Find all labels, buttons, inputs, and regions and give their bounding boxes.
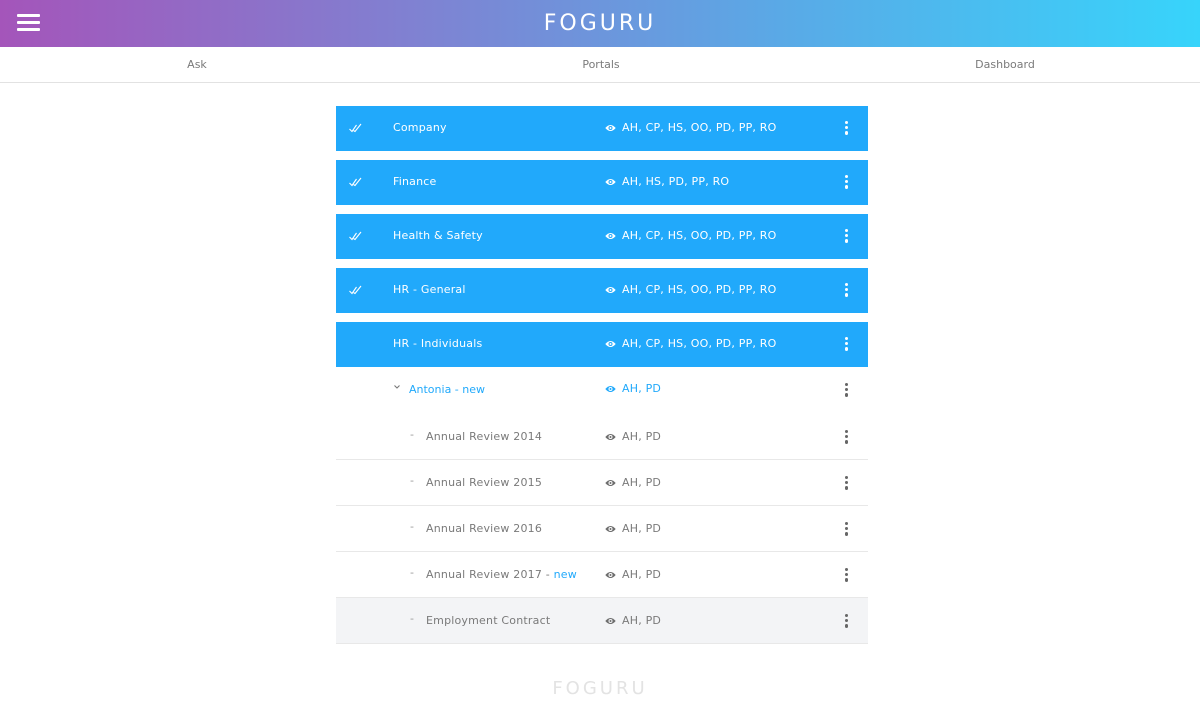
document-label: Annual Review 2014 [426, 430, 543, 443]
more-options-icon[interactable] [844, 175, 849, 189]
more-options-icon[interactable] [844, 614, 849, 628]
document-row[interactable]: - Annual Review 2017 - new AH, PD [336, 552, 868, 598]
portal-label: Company [393, 121, 447, 134]
eye-icon [605, 618, 616, 624]
more-options-icon[interactable] [844, 229, 849, 243]
tree-dash: - [410, 612, 414, 625]
tab-portals[interactable]: Portals [582, 58, 619, 71]
folder-access: AH, PD [622, 382, 662, 395]
document-label: Annual Review 2015 [426, 476, 543, 489]
portal-label: Finance [393, 175, 437, 188]
more-options-icon[interactable] [844, 430, 849, 444]
double-check-icon [349, 285, 362, 295]
eye-icon [605, 233, 616, 239]
document-label: Annual Review 2016 [426, 522, 543, 535]
eye-icon [605, 341, 616, 347]
document-access: AH, PD [622, 614, 662, 627]
document-row[interactable]: - Annual Review 2014 AH, PD [336, 414, 868, 460]
document-access: AH, PD [622, 568, 662, 581]
portal-row-health-safety[interactable]: Health & Safety AH, CP, HS, OO, PD, PP, … [336, 214, 868, 259]
portal-label: HR - Individuals [393, 337, 483, 350]
tree-dash: - [410, 566, 414, 579]
eye-icon [605, 526, 616, 532]
more-options-icon[interactable] [844, 121, 849, 135]
more-options-icon[interactable] [844, 383, 849, 397]
app-header: FOGURU [0, 0, 1200, 47]
portal-label: HR - General [393, 283, 466, 296]
portal-access: AH, CP, HS, OO, PD, PP, RO [622, 283, 777, 296]
document-row-selected[interactable]: - Employment Contract AH, PD [336, 598, 868, 644]
tree-dash: - [410, 474, 414, 487]
hamburger-menu-icon[interactable] [17, 14, 40, 32]
eye-icon [605, 386, 616, 392]
new-tag: new [553, 568, 577, 581]
document-label: Employment Contract [426, 614, 551, 627]
portal-access: AH, HS, PD, PP, RO [622, 175, 730, 188]
portal-access: AH, CP, HS, OO, PD, PP, RO [622, 337, 777, 350]
portal-access: AH, CP, HS, OO, PD, PP, RO [622, 121, 777, 134]
document-row[interactable]: - Annual Review 2016 AH, PD [336, 506, 868, 552]
eye-icon [605, 125, 616, 131]
double-check-icon [349, 231, 362, 241]
chevron-down-icon[interactable] [393, 383, 401, 391]
portal-row-finance[interactable]: Finance AH, HS, PD, PP, RO [336, 160, 868, 205]
more-options-icon[interactable] [844, 337, 849, 351]
portal-access: AH, CP, HS, OO, PD, PP, RO [622, 229, 777, 242]
portal-row-company[interactable]: Company AH, CP, HS, OO, PD, PP, RO [336, 106, 868, 151]
more-options-icon[interactable] [844, 568, 849, 582]
eye-icon [605, 434, 616, 440]
document-access: AH, PD [622, 522, 662, 535]
eye-icon [605, 179, 616, 185]
tab-ask[interactable]: Ask [187, 58, 207, 71]
eye-icon [605, 572, 616, 578]
document-label: Annual Review 2017 - new [426, 568, 577, 581]
portal-label: Health & Safety [393, 229, 483, 242]
more-options-icon[interactable] [844, 283, 849, 297]
double-check-icon [349, 123, 362, 133]
eye-icon [605, 287, 616, 293]
eye-icon [605, 480, 616, 486]
more-options-icon[interactable] [844, 522, 849, 536]
double-check-icon [349, 177, 362, 187]
document-row[interactable]: - Annual Review 2015 AH, PD [336, 460, 868, 506]
tree-dash: - [410, 428, 414, 441]
folder-label: Antonia - new [409, 383, 486, 396]
nav-tabs: Ask Portals Dashboard [0, 47, 1200, 83]
tab-dashboard[interactable]: Dashboard [975, 58, 1035, 71]
portal-row-hr-general[interactable]: HR - General AH, CP, HS, OO, PD, PP, RO [336, 268, 868, 313]
brand-logo: FOGURU [543, 11, 657, 36]
folder-row-antonia[interactable]: Antonia - new AH, PD [336, 367, 868, 414]
tree-dash: - [410, 520, 414, 533]
footer-brand-logo: FOGURU [552, 678, 648, 699]
portal-list: Company AH, CP, HS, OO, PD, PP, RO Finan… [336, 106, 868, 644]
document-access: AH, PD [622, 476, 662, 489]
portal-row-hr-individuals[interactable]: HR - Individuals AH, CP, HS, OO, PD, PP,… [336, 322, 868, 367]
more-options-icon[interactable] [844, 476, 849, 490]
document-access: AH, PD [622, 430, 662, 443]
